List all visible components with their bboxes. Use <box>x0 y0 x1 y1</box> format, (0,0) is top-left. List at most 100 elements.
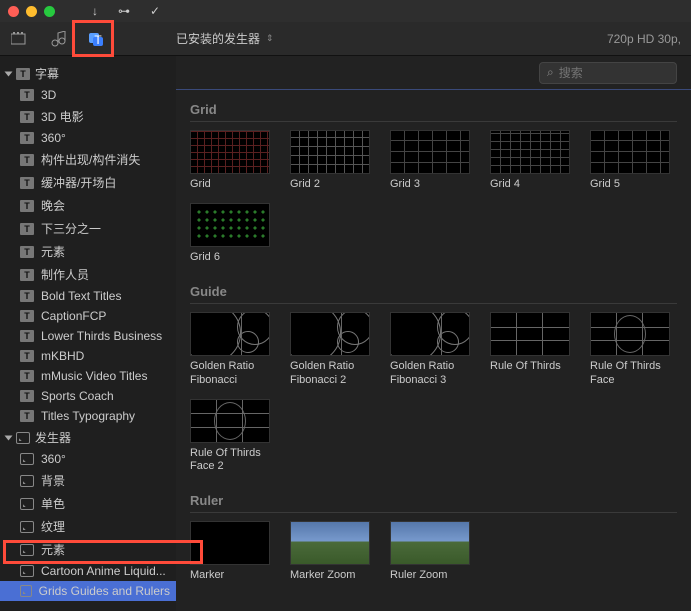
titles-generators-button[interactable]: T <box>86 29 106 49</box>
generator-label: Golden Ratio Fibonacci <box>190 360 270 386</box>
sidebar-item-label: 3D <box>41 88 56 102</box>
generator-item[interactable]: Golden Ratio Fibonacci 3 <box>390 312 470 386</box>
dropdown-label: 已安装的发生器 <box>176 30 260 47</box>
generator-thumbnail <box>190 521 270 565</box>
generator-label: Grid 6 <box>190 251 270 264</box>
generator-icon <box>20 498 34 510</box>
sidebar-item[interactable]: T3D <box>0 85 176 105</box>
generator-item[interactable]: Golden Ratio Fibonacci <box>190 312 270 386</box>
generator-thumbnail <box>490 130 570 174</box>
title-icon: T <box>20 390 34 402</box>
generator-thumbnail <box>190 312 270 356</box>
title-icon: T <box>20 269 34 281</box>
music-browser-button[interactable] <box>48 29 68 49</box>
toolbar: T 已安装的发生器 ⇕ 720p HD 30p, <box>0 22 691 56</box>
svg-text:T: T <box>94 33 102 47</box>
sidebar-group-generators[interactable]: 发生器 <box>0 426 176 449</box>
sidebar-item[interactable]: Cartoon Anime Liquid... <box>0 561 176 581</box>
sidebar: T 字幕 T3DT3D 电影T360°T构件出现/构件消失T缓冲器/开场白T晚会… <box>0 56 176 611</box>
section-header: Guide <box>190 280 677 304</box>
title-icon: T <box>20 246 34 258</box>
generator-item[interactable]: Grid <box>190 130 270 191</box>
sidebar-item[interactable]: 纹理 <box>0 515 176 538</box>
key-icon[interactable]: ⊶ <box>118 4 130 18</box>
generator-item[interactable]: Marker <box>190 521 270 582</box>
installed-generators-dropdown[interactable]: 已安装的发生器 ⇕ <box>176 30 274 47</box>
search-icon: ⌕ <box>547 65 554 80</box>
title-category-icon: T <box>16 68 30 80</box>
generator-icon <box>20 544 34 556</box>
sidebar-item[interactable]: 单色 <box>0 492 176 515</box>
content-panel: ⌕ Grid Grid Grid 2 Grid 3 Grid 4 Grid 5 Grid 6… <box>176 56 691 611</box>
sidebar-item[interactable]: T缓冲器/开场白 <box>0 171 176 194</box>
media-browser-button[interactable] <box>10 29 30 49</box>
sidebar-item[interactable]: 元素 <box>0 538 176 561</box>
title-icon: T <box>20 410 34 422</box>
sidebar-item-label: 背景 <box>41 472 65 489</box>
sidebar-item[interactable]: T 制作人员 <box>0 263 176 286</box>
maximize-window-button[interactable] <box>44 6 55 17</box>
generator-item[interactable]: Golden Ratio Fibonacci 2 <box>290 312 370 386</box>
sidebar-item[interactable]: TBold Text Titles <box>0 286 176 306</box>
search-field[interactable]: ⌕ <box>539 62 677 84</box>
generator-thumbnail <box>290 521 370 565</box>
sidebar-item[interactable]: TTitles Typography <box>0 406 176 426</box>
generator-icon <box>20 565 34 577</box>
sidebar-item[interactable]: T Sports Coach <box>0 386 176 406</box>
sidebar-item[interactable]: T3D 电影 <box>0 105 176 128</box>
sidebar-item-label: 元素 <box>41 541 65 558</box>
generator-label: Marker Zoom <box>290 569 370 582</box>
generator-label: Marker <box>190 569 270 582</box>
generator-thumbnail <box>390 312 470 356</box>
generator-item[interactable]: Rule Of Thirds Face 2 <box>190 399 270 473</box>
sidebar-item[interactable]: T晚会 <box>0 194 176 217</box>
sidebar-item[interactable]: T元素 <box>0 240 176 263</box>
search-input[interactable] <box>559 66 669 80</box>
generator-label: Rule Of Thirds Face 2 <box>190 447 270 473</box>
sidebar-group-titles[interactable]: T 字幕 <box>0 62 176 85</box>
sidebar-item[interactable]: T构件出现/构件消失 <box>0 148 176 171</box>
generator-icon <box>20 585 32 597</box>
sidebar-item-label: mKBHD <box>41 349 84 363</box>
minimize-window-button[interactable] <box>26 6 37 17</box>
section-header: Grid <box>190 98 677 122</box>
sidebar-item[interactable]: TmMusic Video Titles <box>0 366 176 386</box>
sidebar-item-label: 3D 电影 <box>41 108 84 125</box>
sidebar-item[interactable]: T360° <box>0 128 176 148</box>
sidebar-item[interactable]: Grids Guides and Rulers <box>0 581 176 601</box>
generator-icon <box>20 453 34 465</box>
close-window-button[interactable] <box>8 6 19 17</box>
sidebar-item[interactable]: T下三分之一 <box>0 217 176 240</box>
generator-item[interactable]: Grid 3 <box>390 130 470 191</box>
generator-thumbnail <box>190 130 270 174</box>
generator-label: Golden Ratio Fibonacci 2 <box>290 360 370 386</box>
title-icon: T <box>20 200 34 212</box>
sidebar-item-label: 制作人员 <box>41 266 89 283</box>
generator-item[interactable]: Grid 4 <box>490 130 570 191</box>
generator-item[interactable]: Rule Of Thirds <box>490 312 570 386</box>
check-circle-icon[interactable]: ✓ <box>150 4 160 18</box>
title-icon: T <box>20 310 34 322</box>
sidebar-item[interactable]: 背景 <box>0 469 176 492</box>
sidebar-item[interactable]: 360° <box>0 449 176 469</box>
sidebar-item-label: Grids Guides and Rulers <box>39 584 170 598</box>
generator-item[interactable]: Grid 2 <box>290 130 370 191</box>
sidebar-item[interactable]: TmKBHD <box>0 346 176 366</box>
title-icon: T <box>20 370 34 382</box>
sidebar-item[interactable]: TCaptionFCP <box>0 306 176 326</box>
generator-icon <box>20 521 34 533</box>
download-icon[interactable]: ↓ <box>92 4 98 18</box>
generator-item[interactable]: Ruler Zoom <box>390 521 470 582</box>
generator-item[interactable]: Grid 6 <box>190 203 270 264</box>
generator-item[interactable]: Grid 5 <box>590 130 670 191</box>
sidebar-item-label: Sports Coach <box>41 389 114 403</box>
disclosure-triangle-icon <box>5 435 13 440</box>
sidebar-item[interactable]: TLower Thirds Business <box>0 326 176 346</box>
title-icon: T <box>20 132 34 144</box>
generator-label: Grid 4 <box>490 178 570 191</box>
disclosure-triangle-icon <box>5 71 13 76</box>
title-icon: T <box>20 290 34 302</box>
sidebar-item-label: Lower Thirds Business <box>41 329 162 343</box>
generator-item[interactable]: Rule Of Thirds Face <box>590 312 670 386</box>
generator-item[interactable]: Marker Zoom <box>290 521 370 582</box>
